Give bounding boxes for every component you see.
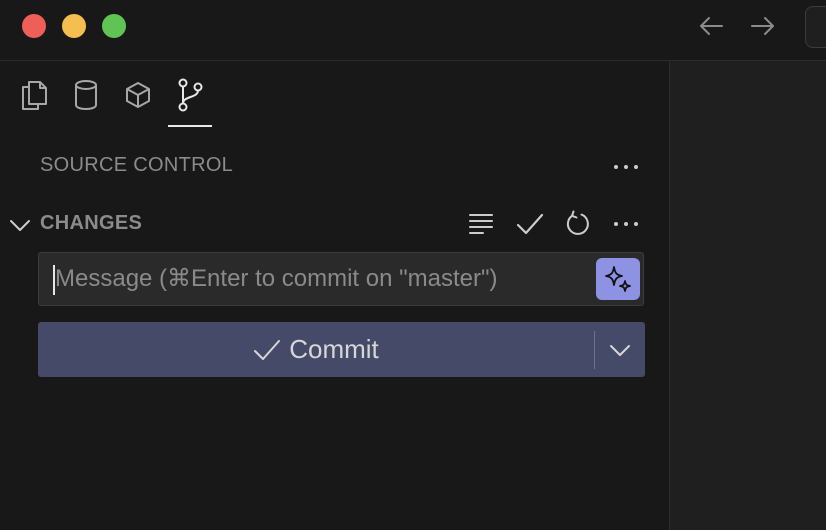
generate-commit-message-button[interactable] (596, 258, 640, 300)
cube-icon (126, 82, 150, 108)
title-bar (0, 0, 826, 61)
files-icon (22, 81, 47, 110)
more-icon (614, 165, 638, 169)
minimize-window-button[interactable] (62, 14, 86, 38)
tab-source-control[interactable] (168, 75, 212, 127)
commit-button[interactable]: Commit (38, 322, 645, 377)
commit-message-input[interactable] (51, 253, 591, 305)
git-branch-icon (178, 78, 203, 112)
zoom-window-button[interactable] (102, 14, 126, 38)
commit-message-box (38, 252, 644, 306)
more-icon (614, 222, 638, 226)
changes-more-actions-button[interactable] (609, 208, 643, 240)
view-as-list-button[interactable] (464, 208, 498, 240)
primary-sidebar: SOURCE CONTROL CHANGES Message (⌘Enter t… (0, 61, 670, 530)
commit-main-action[interactable]: Commit (38, 322, 594, 377)
close-window-button[interactable] (22, 14, 46, 38)
sparkle-icon (605, 266, 631, 292)
view-tabs (0, 61, 669, 131)
list-view-icon (469, 214, 493, 234)
chevron-down-icon (10, 220, 30, 231)
database-icon (75, 80, 97, 111)
arrow-left-icon (700, 17, 723, 35)
arrow-right-icon (751, 17, 774, 35)
changes-section-title: CHANGES (40, 212, 143, 234)
more-actions-button[interactable] (609, 152, 643, 182)
go-back-button[interactable] (696, 12, 726, 40)
tab-extensions[interactable] (116, 75, 160, 115)
check-icon (516, 213, 544, 235)
sidebar-title: SOURCE CONTROL (40, 154, 234, 176)
commit-button-label: Commit (289, 334, 379, 364)
tab-explorer[interactable] (12, 75, 56, 115)
vscode-window: SOURCE CONTROL CHANGES Message (⌘Enter t… (0, 0, 826, 530)
check-icon (254, 339, 281, 360)
refresh-button[interactable] (561, 208, 595, 240)
refresh-icon (566, 210, 589, 235)
changes-collapse-toggle[interactable] (8, 213, 32, 237)
commit-changes-button[interactable] (513, 208, 547, 240)
go-forward-button[interactable] (748, 12, 778, 40)
command-center[interactable] (805, 6, 826, 48)
editor-area (670, 61, 826, 530)
chevron-down-icon (610, 344, 630, 356)
commit-options-dropdown[interactable] (595, 322, 645, 377)
text-caret (53, 265, 55, 295)
tab-database[interactable] (64, 75, 108, 115)
